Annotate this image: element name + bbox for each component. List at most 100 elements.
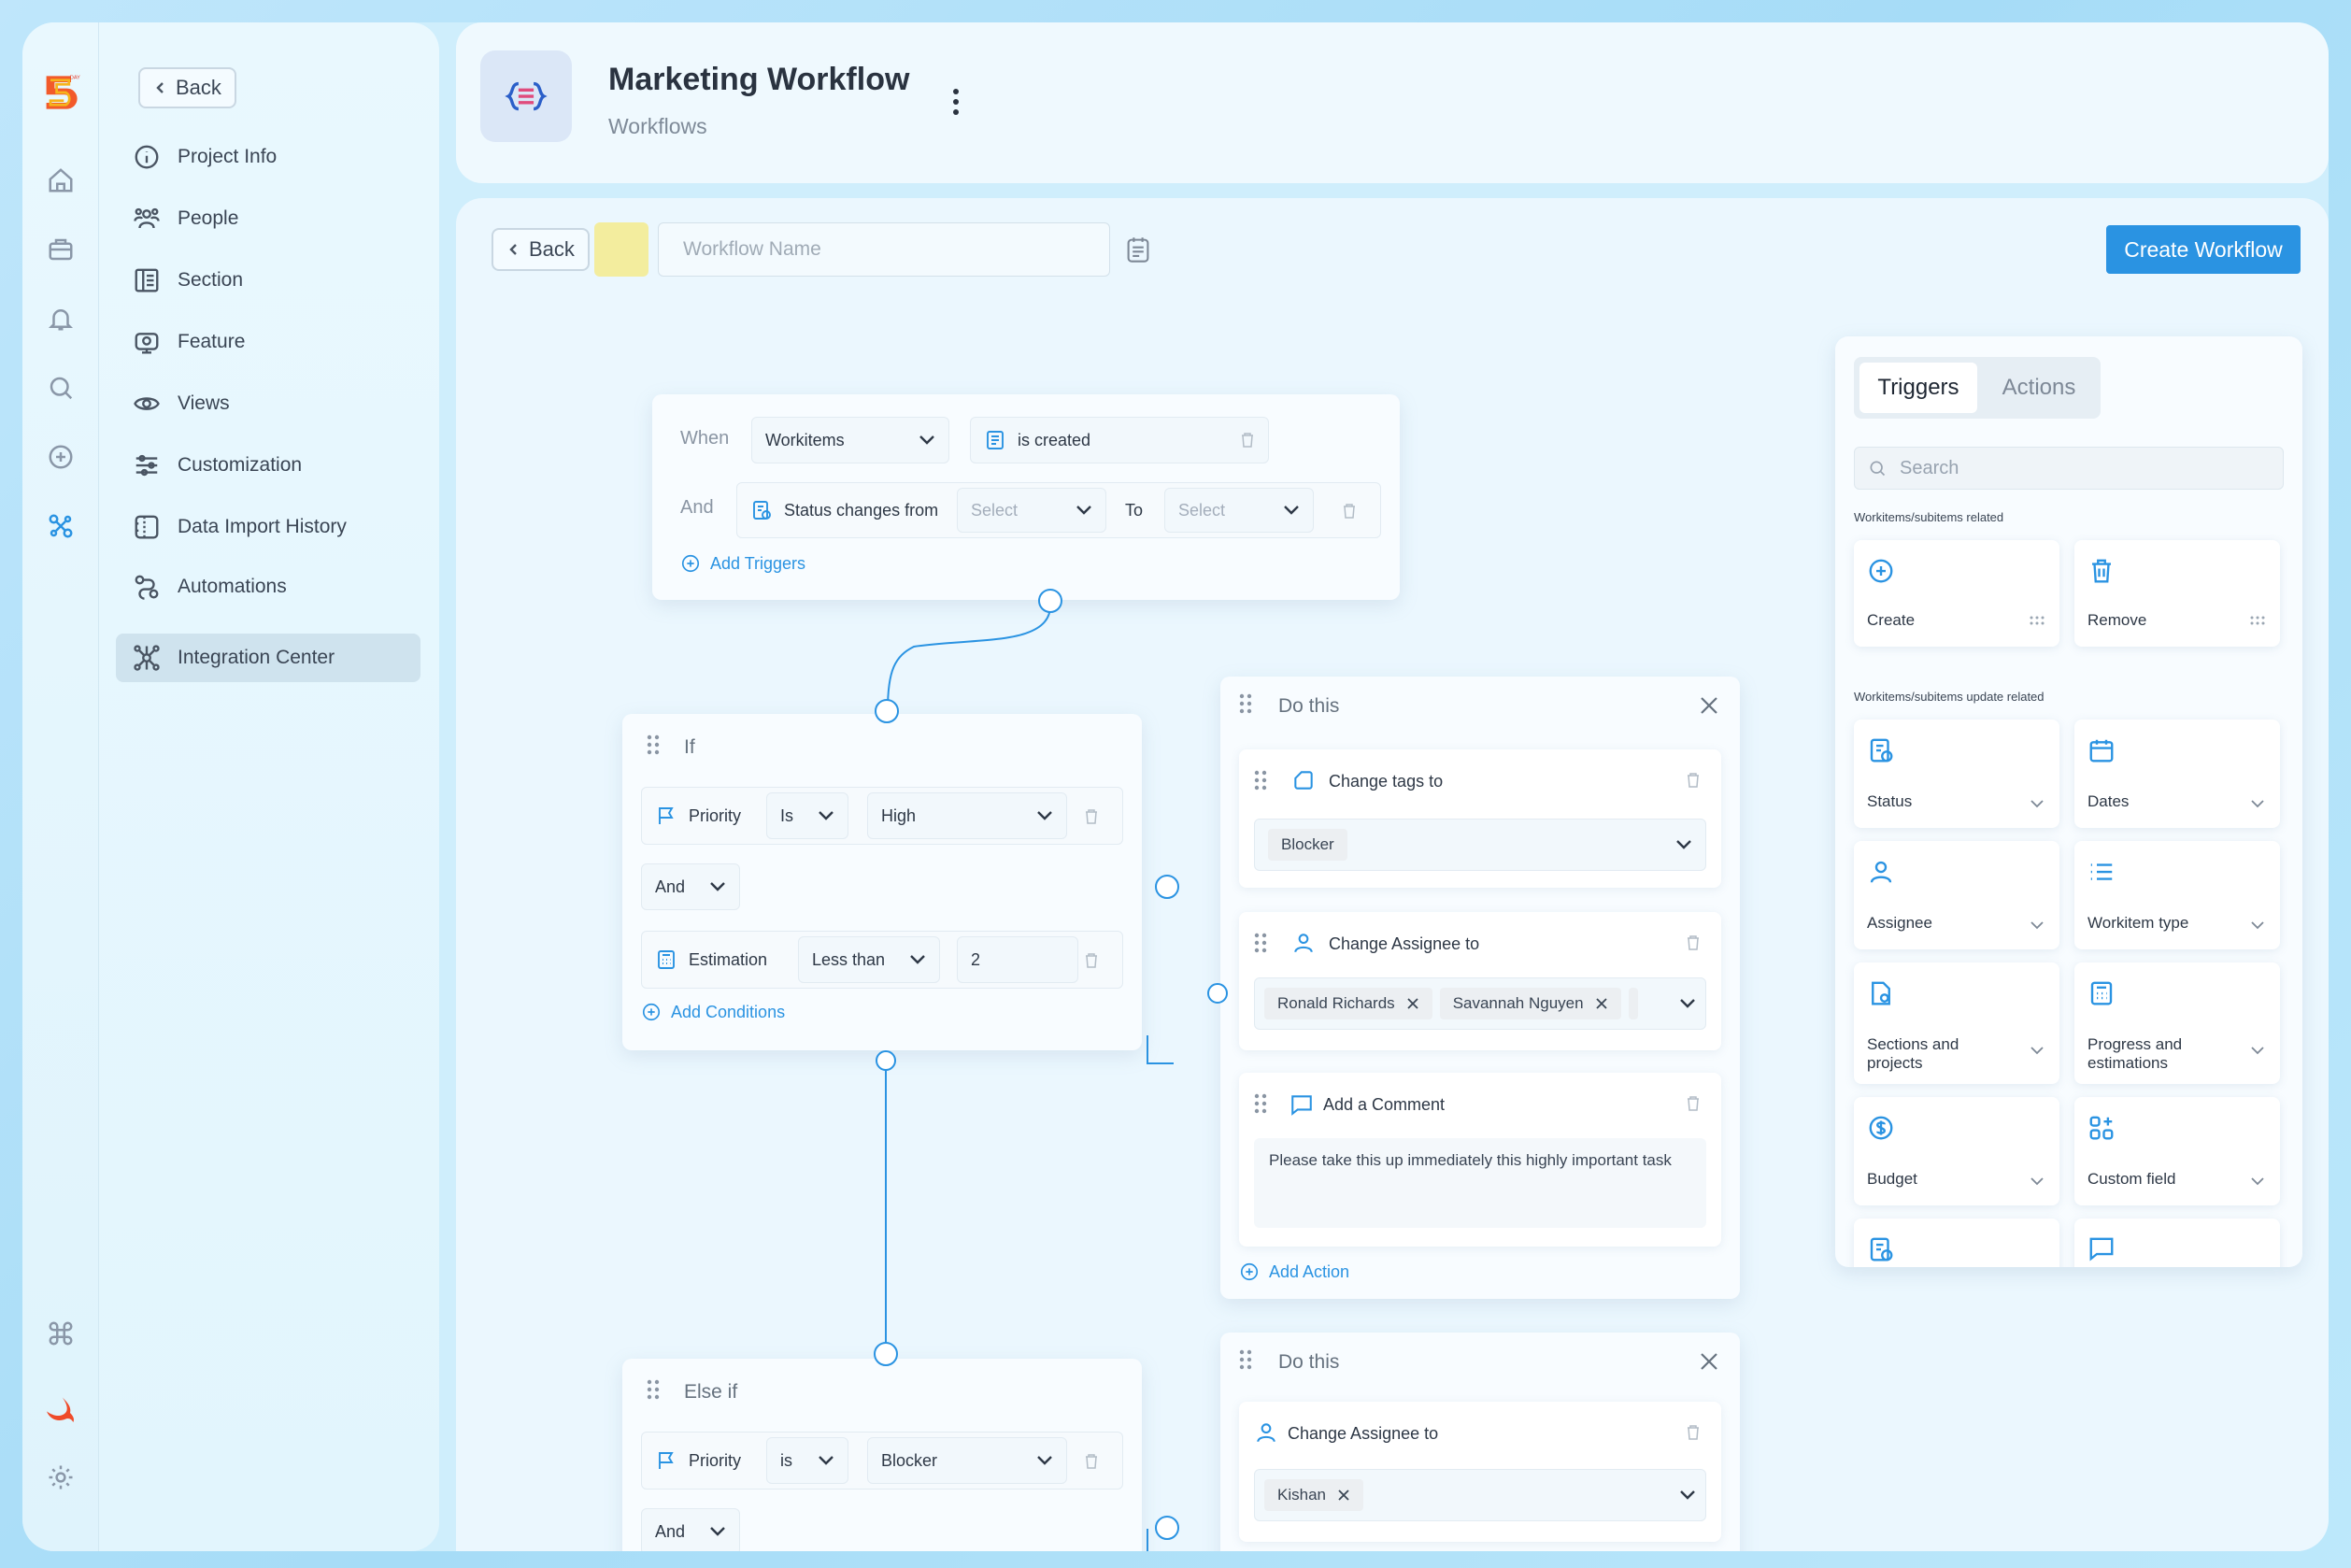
remove-tag-icon[interactable] <box>1337 1489 1350 1502</box>
event-field[interactable]: is created <box>970 417 1269 463</box>
chevron-down-icon[interactable] <box>2250 1045 2265 1056</box>
tile-partial[interactable] <box>1854 1219 2059 1267</box>
remove-tag-icon[interactable] <box>1406 997 1419 1010</box>
tile-partial[interactable] <box>2074 1219 2280 1267</box>
people-icon <box>134 207 160 229</box>
close-icon[interactable] <box>1699 1351 1719 1372</box>
integration-rail-icon[interactable] <box>45 510 77 542</box>
entity-select[interactable]: Workitems <box>751 417 949 463</box>
joiner-select[interactable]: And <box>641 1508 740 1551</box>
trash-icon[interactable] <box>1084 808 1099 825</box>
sidebar-item-feature[interactable]: Feature <box>116 318 420 366</box>
drag-handle-icon[interactable] <box>1254 933 1267 953</box>
value-input[interactable]: 2 <box>957 936 1078 983</box>
if-input-node[interactable] <box>875 699 899 723</box>
tile-sections-and-projects[interactable]: Sections and projects <box>1854 962 2059 1084</box>
operator-select[interactable]: Less than <box>798 936 940 983</box>
trash-icon[interactable] <box>1686 1424 1701 1441</box>
drag-handle-icon[interactable] <box>647 734 660 755</box>
trash-icon[interactable] <box>1084 952 1099 969</box>
sidebar-item-data-import-history[interactable]: Data Import History <box>116 503 420 551</box>
assignee-select[interactable]: Ronald Richards Savannah Nguyen <box>1254 977 1706 1030</box>
else-if-input-node[interactable] <box>874 1342 898 1366</box>
chevron-down-icon[interactable] <box>2030 1045 2045 1056</box>
chevron-down-icon[interactable] <box>2030 919 2045 931</box>
chevron-down-icon[interactable] <box>2250 919 2265 931</box>
assignee-tag[interactable]: Kishan <box>1264 1479 1363 1511</box>
trash-icon[interactable] <box>1686 934 1701 951</box>
create-workflow-button[interactable]: Create Workflow <box>2106 225 2301 274</box>
operator-select[interactable]: is <box>766 1437 848 1484</box>
tab-triggers[interactable]: Triggers <box>1859 363 1977 413</box>
swift-icon[interactable] <box>41 1389 80 1428</box>
sidebar-item-integration-center[interactable]: Integration Center <box>116 634 420 682</box>
to-status-select[interactable]: Select <box>1164 488 1314 533</box>
assignee-tag[interactable]: Savannah Nguyen <box>1439 988 1621 1019</box>
value-select[interactable]: Blocker <box>867 1437 1067 1484</box>
trash-icon[interactable] <box>1686 1095 1701 1112</box>
tile-remove[interactable]: Remove <box>2074 540 2280 647</box>
home-icon[interactable] <box>45 164 77 196</box>
sidebar-back-button[interactable]: Back <box>138 67 236 108</box>
sidebar-item-views[interactable]: Views <box>116 379 420 428</box>
trash-icon[interactable] <box>1686 772 1701 789</box>
assignee-select[interactable]: Kishan <box>1254 1469 1706 1521</box>
settings-icon[interactable] <box>45 1461 77 1493</box>
chevron-down-icon[interactable] <box>2250 1176 2265 1187</box>
sidebar-item-automations[interactable]: Automations <box>116 563 420 611</box>
add-conditions-link[interactable]: Add Conditions <box>641 1002 785 1022</box>
trash-icon[interactable] <box>1240 432 1255 449</box>
add-triggers-link[interactable]: Add Triggers <box>680 553 805 574</box>
sidebar-item-project-info[interactable]: Project Info <box>116 133 420 181</box>
palette-search[interactable]: Search <box>1854 447 2284 490</box>
drag-handle-icon[interactable] <box>1254 770 1267 791</box>
drag-dots-icon[interactable] <box>2030 615 2045 626</box>
search-icon[interactable] <box>45 372 77 404</box>
from-status-select[interactable]: Select <box>957 488 1106 533</box>
drag-handle-icon[interactable] <box>1254 1093 1267 1114</box>
joiner-select[interactable]: And <box>641 863 740 910</box>
drag-handle-icon[interactable] <box>1239 1349 1252 1370</box>
chevron-down-icon[interactable] <box>2030 798 2045 809</box>
else-if-output-node[interactable] <box>1155 1516 1179 1540</box>
tag-select[interactable]: Blocker <box>1254 819 1706 871</box>
tile-assignee[interactable]: Assignee <box>1854 841 2059 949</box>
if-next-node[interactable] <box>876 1050 896 1071</box>
briefcase-icon[interactable] <box>45 234 77 265</box>
bell-icon[interactable] <box>45 303 77 335</box>
if-output-node[interactable] <box>1155 875 1179 899</box>
trash-icon[interactable] <box>1342 503 1357 520</box>
operator-select[interactable]: Is <box>766 792 848 839</box>
comment-textarea[interactable]: Please take this up immediately this hig… <box>1254 1138 1706 1228</box>
chevron-down-icon <box>819 811 834 820</box>
chevron-down-icon[interactable] <box>2250 798 2265 809</box>
drag-dots-icon[interactable] <box>2250 615 2265 626</box>
tile-budget[interactable]: Budget <box>1854 1097 2059 1205</box>
tile-create[interactable]: Create <box>1854 540 2059 647</box>
command-icon[interactable] <box>45 1318 77 1349</box>
value-select[interactable]: High <box>867 792 1067 839</box>
trash-icon[interactable] <box>1084 1453 1099 1470</box>
assignee-tag[interactable]: Ronald Richards <box>1264 988 1432 1019</box>
remove-tag-icon[interactable] <box>1595 997 1608 1010</box>
drag-handle-icon[interactable] <box>647 1379 660 1400</box>
chevron-down-icon <box>1680 1490 1695 1500</box>
tab-actions[interactable]: Actions <box>1983 363 2095 413</box>
tile-dates[interactable]: Dates <box>2074 720 2280 828</box>
add-circle-icon[interactable] <box>45 441 77 473</box>
close-icon[interactable] <box>1699 695 1719 716</box>
tile-progress-and-estimations[interactable]: Progress and estimations <box>2074 962 2280 1084</box>
sidebar-item-people[interactable]: People <box>116 194 420 243</box>
drag-handle-icon[interactable] <box>1239 693 1252 714</box>
do-this-input-node[interactable] <box>1207 983 1228 1004</box>
tile-workitem-type[interactable]: Workitem type <box>2074 841 2280 949</box>
chevron-down-icon[interactable] <box>2030 1176 2045 1187</box>
sidebar-item-customization[interactable]: Customization <box>116 441 420 490</box>
more-options-icon[interactable] <box>951 88 961 116</box>
add-action-link[interactable]: Add Action <box>1239 1262 1349 1282</box>
trigger-output-node[interactable] <box>1038 589 1062 613</box>
tile-custom-field[interactable]: Custom field <box>2074 1097 2280 1205</box>
app-logo[interactable]: DAY <box>39 71 82 114</box>
tile-status[interactable]: Status <box>1854 720 2059 828</box>
sidebar-item-section[interactable]: Section <box>116 256 420 305</box>
